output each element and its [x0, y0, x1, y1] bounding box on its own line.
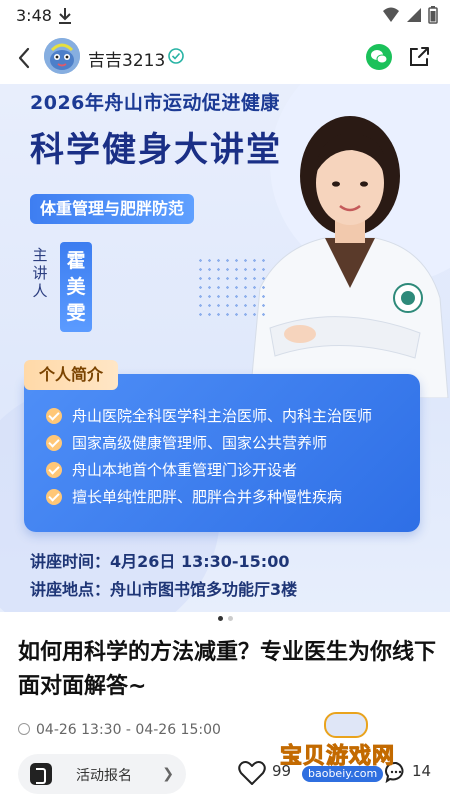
poster-year-line: 2026年舟山市运动促进健康 — [30, 92, 280, 114]
wifi-icon — [383, 7, 399, 22]
verified-icon — [168, 48, 184, 64]
pager-dot[interactable] — [227, 616, 233, 621]
bottom-action-bar: 活动报名 ❯ 99 14 — [0, 748, 450, 800]
clock-icon — [18, 723, 30, 735]
speaker-name: 霍美雯 — [60, 242, 92, 332]
download-icon — [59, 8, 71, 24]
intro-list: 舟山医院全科医学科主治医师、内科主治医师 国家高级健康管理师、国家公共营养师 舟… — [46, 402, 416, 510]
avatar-image — [44, 38, 80, 74]
intro-item-text: 国家高级健康管理师、国家公共营养师 — [72, 434, 328, 452]
dot-pattern — [196, 256, 266, 316]
event-signup-button[interactable]: 活动报名 ❯ — [18, 754, 186, 794]
intro-item-text: 擅长单纯性肥胖、肥胖合并多种慢性疾病 — [72, 488, 343, 506]
battery-icon — [428, 6, 438, 24]
lecture-time: 讲座时间：4月26日 13:30-15:00 — [30, 552, 290, 571]
signup-label: 活动报名 — [76, 768, 132, 784]
avatar[interactable] — [44, 38, 80, 74]
post-title: 如何用科学的方法减重？专业医生为你线下面对面解答~ — [18, 640, 437, 699]
check-icon — [46, 407, 62, 424]
comment-icon[interactable] — [384, 760, 408, 784]
post-date: 04-26 13:30 - 04-26 15:00 — [18, 722, 221, 738]
post-date-text: 04-26 13:30 - 04-26 15:00 — [36, 722, 221, 738]
speaker-label: 主讲人 — [32, 246, 48, 300]
back-button[interactable] — [10, 44, 38, 72]
app-header: 吉吉3213 — [0, 32, 450, 84]
intro-item: 舟山本地首个体重管理门诊开设者 — [46, 456, 416, 483]
status-time: 3:48 — [16, 6, 52, 25]
check-icon — [46, 461, 62, 478]
wechat-icon — [371, 50, 388, 64]
signal-icon — [407, 8, 421, 22]
intro-item-text: 舟山本地首个体重管理门诊开设者 — [72, 461, 298, 479]
back-icon — [18, 47, 30, 69]
signup-icon — [30, 763, 52, 785]
wechat-share-button[interactable] — [366, 44, 392, 70]
check-icon — [46, 488, 62, 505]
like-icon[interactable] — [238, 760, 266, 786]
like-count: 99 — [272, 762, 292, 780]
intro-item: 国家高级健康管理师、国家公共营养师 — [46, 429, 416, 456]
status-icons — [382, 6, 438, 24]
carousel-pager — [0, 616, 450, 626]
intro-item-text: 舟山医院全科医学科主治医师、内科主治医师 — [72, 407, 373, 425]
chevron-right-icon: ❯ — [162, 766, 174, 782]
intro-tag: 个人简介 — [24, 360, 118, 390]
comment-count: 14 — [412, 762, 432, 780]
lecture-place: 讲座地点：舟山市图书馆多功能厅3楼 — [30, 580, 298, 599]
pager-dot-active[interactable] — [217, 616, 223, 621]
share-icon[interactable] — [406, 44, 432, 70]
intro-item: 舟山医院全科医学科主治医师、内科主治医师 — [46, 402, 416, 429]
intro-item: 擅长单纯性肥胖、肥胖合并多种慢性疾病 — [46, 483, 416, 510]
poster-title: 科学健身大讲堂 — [30, 130, 282, 170]
gamepad-icon — [324, 712, 368, 738]
username[interactable]: 吉吉3213 — [88, 46, 165, 71]
check-icon — [46, 434, 62, 451]
event-poster[interactable]: 2026年舟山市运动促进健康 科学健身大讲堂 体重管理与肥胖防范 主讲人 霍美雯… — [0, 84, 450, 612]
status-bar: 3:48 — [0, 0, 450, 32]
poster-topic-badge: 体重管理与肥胖防范 — [30, 194, 195, 224]
